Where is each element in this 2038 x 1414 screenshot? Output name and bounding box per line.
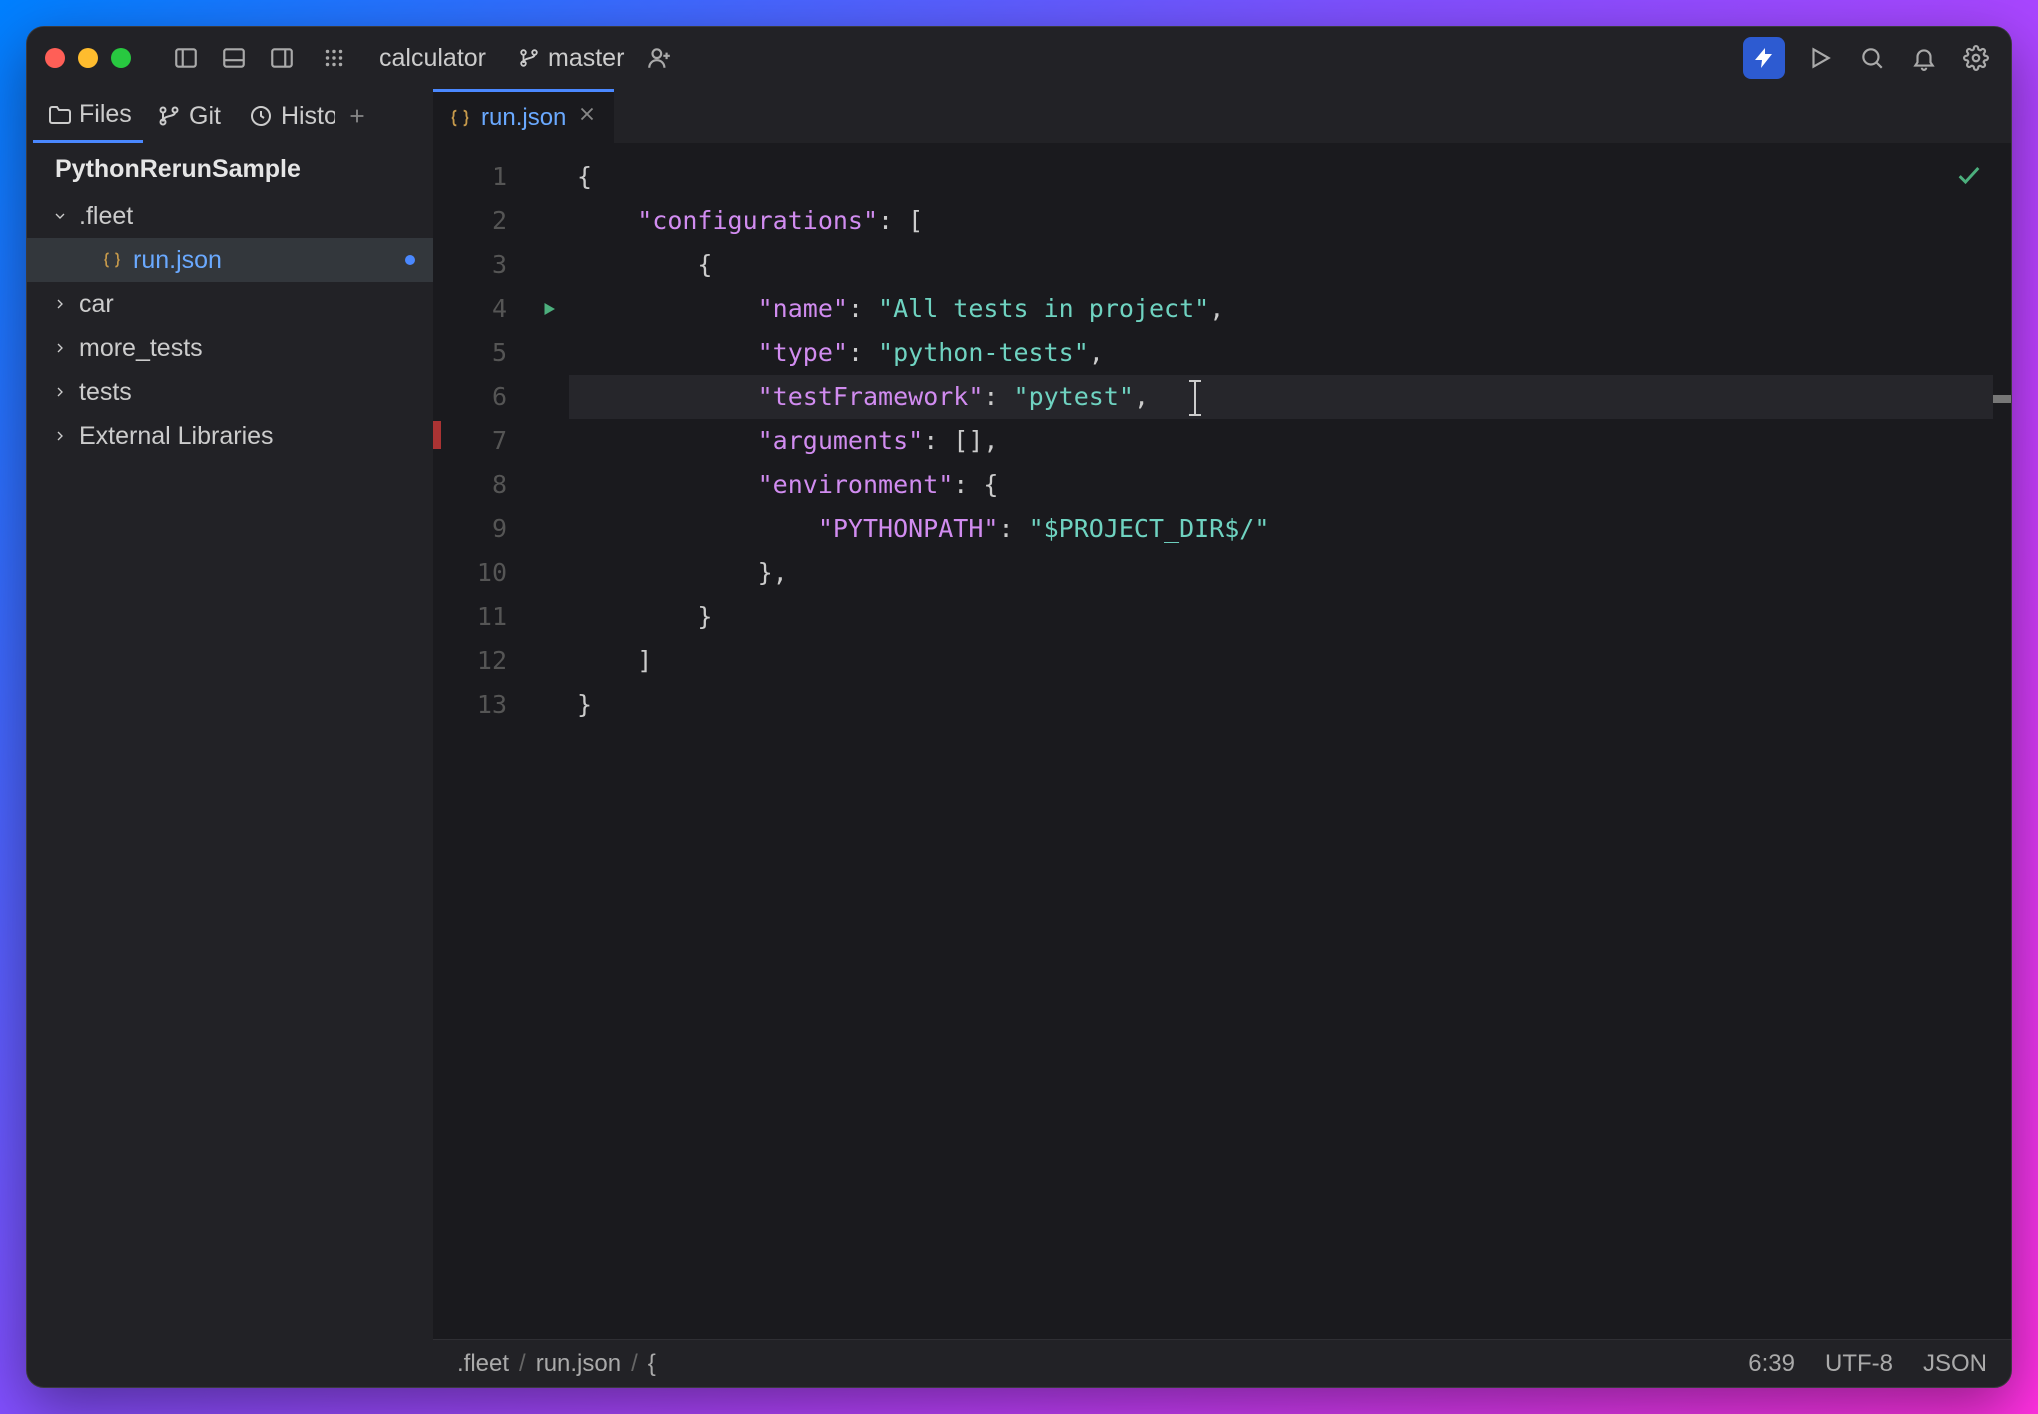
code-content[interactable]: { "configurations": [ { "name": "All tes… — [569, 143, 1993, 1339]
panel-toggles — [169, 41, 299, 75]
search-icon — [1859, 45, 1885, 71]
settings-button[interactable] — [1959, 41, 1993, 75]
editor-tab-label: run.json — [481, 104, 566, 132]
braces-icon — [449, 107, 471, 129]
chevron-right-icon — [51, 428, 69, 444]
editor-tabs: run.json — [433, 89, 2011, 143]
editor-area: run.json 12345678910111213 { "configurat… — [433, 89, 2011, 1339]
chevron-right-icon — [51, 340, 69, 356]
project-root[interactable]: PythonRerunSample — [27, 143, 433, 194]
sidebar-tabs: Files Git History — [27, 89, 433, 143]
sidebar-tab-git[interactable]: Git — [143, 89, 235, 143]
ai-assistant-button[interactable] — [1743, 37, 1785, 79]
play-icon — [1807, 45, 1833, 71]
braces-icon — [101, 250, 123, 270]
minimap-marker — [1993, 395, 2011, 403]
close-icon — [576, 103, 598, 125]
folder-icon — [47, 103, 71, 127]
app-window: calculator master — [26, 26, 2012, 1388]
editor-tab-run-json[interactable]: run.json — [433, 89, 614, 143]
cursor-position[interactable]: 6:39 — [1748, 1350, 1795, 1378]
file-tree: .fleetrun.jsoncarmore_teststestsExternal… — [27, 194, 433, 1339]
project-name[interactable]: calculator — [379, 44, 486, 73]
gear-icon — [1963, 45, 1989, 71]
minimap[interactable] — [1993, 143, 2011, 1339]
traffic-lights — [45, 48, 131, 68]
notifications-button[interactable] — [1907, 41, 1941, 75]
code-editor[interactable]: 12345678910111213 { "configurations": [ … — [433, 143, 2011, 1339]
sidebar: Files Git History PythonRerunSample .fle… — [27, 89, 433, 1339]
tree-item-car[interactable]: car — [27, 282, 433, 326]
body: Files Git History PythonRerunSample .fle… — [27, 89, 2011, 1339]
line-gutter: 12345678910111213 — [433, 143, 529, 1339]
bell-icon — [1911, 45, 1937, 71]
text-cursor — [1194, 383, 1196, 413]
breadcrumb[interactable]: .fleet/run.json/{ — [457, 1350, 656, 1378]
chevron-right-icon — [51, 384, 69, 400]
tree-item-more_tests[interactable]: more_tests — [27, 326, 433, 370]
history-icon — [249, 104, 273, 128]
close-tab-button[interactable] — [576, 103, 598, 132]
lightning-icon — [1752, 46, 1776, 70]
check-icon — [1955, 161, 1983, 189]
run-button[interactable] — [1803, 41, 1837, 75]
tree-item-tests[interactable]: tests — [27, 370, 433, 414]
chevron-right-icon — [51, 296, 69, 312]
sidebar-add-tab-button[interactable] — [335, 105, 379, 127]
branch-name: master — [548, 44, 624, 73]
bottom-panel-toggle[interactable] — [217, 41, 251, 75]
maximize-window-button[interactable] — [111, 48, 131, 68]
tree-item--fleet[interactable]: .fleet — [27, 194, 433, 238]
tree-item-External-Libraries[interactable]: External Libraries — [27, 414, 433, 458]
sidebar-tab-history[interactable]: History — [235, 89, 335, 143]
error-marker — [433, 421, 441, 449]
inspection-ok-icon[interactable] — [1955, 159, 1983, 203]
git-branch-icon — [518, 47, 540, 69]
search-button[interactable] — [1855, 41, 1889, 75]
chevron-down-icon — [51, 208, 69, 224]
close-window-button[interactable] — [45, 48, 65, 68]
add-collaborator-button[interactable] — [642, 41, 676, 75]
file-encoding[interactable]: UTF-8 — [1825, 1350, 1893, 1378]
file-language[interactable]: JSON — [1923, 1350, 1987, 1378]
run-line-icon[interactable] — [540, 300, 558, 318]
run-gutter — [529, 143, 569, 1339]
left-panel-toggle[interactable] — [169, 41, 203, 75]
minimize-window-button[interactable] — [78, 48, 98, 68]
grid-menu-button[interactable] — [317, 41, 351, 75]
plus-icon — [346, 105, 368, 127]
tree-item-run-json[interactable]: run.json — [27, 238, 433, 282]
statusbar: .fleet/run.json/{ 6:39 UTF-8 JSON — [433, 1339, 2011, 1387]
branch-selector[interactable]: master — [518, 44, 624, 73]
git-branch-icon — [157, 104, 181, 128]
right-panel-toggle[interactable] — [265, 41, 299, 75]
titlebar: calculator master — [27, 27, 2011, 89]
sidebar-tab-files[interactable]: Files — [33, 89, 143, 143]
